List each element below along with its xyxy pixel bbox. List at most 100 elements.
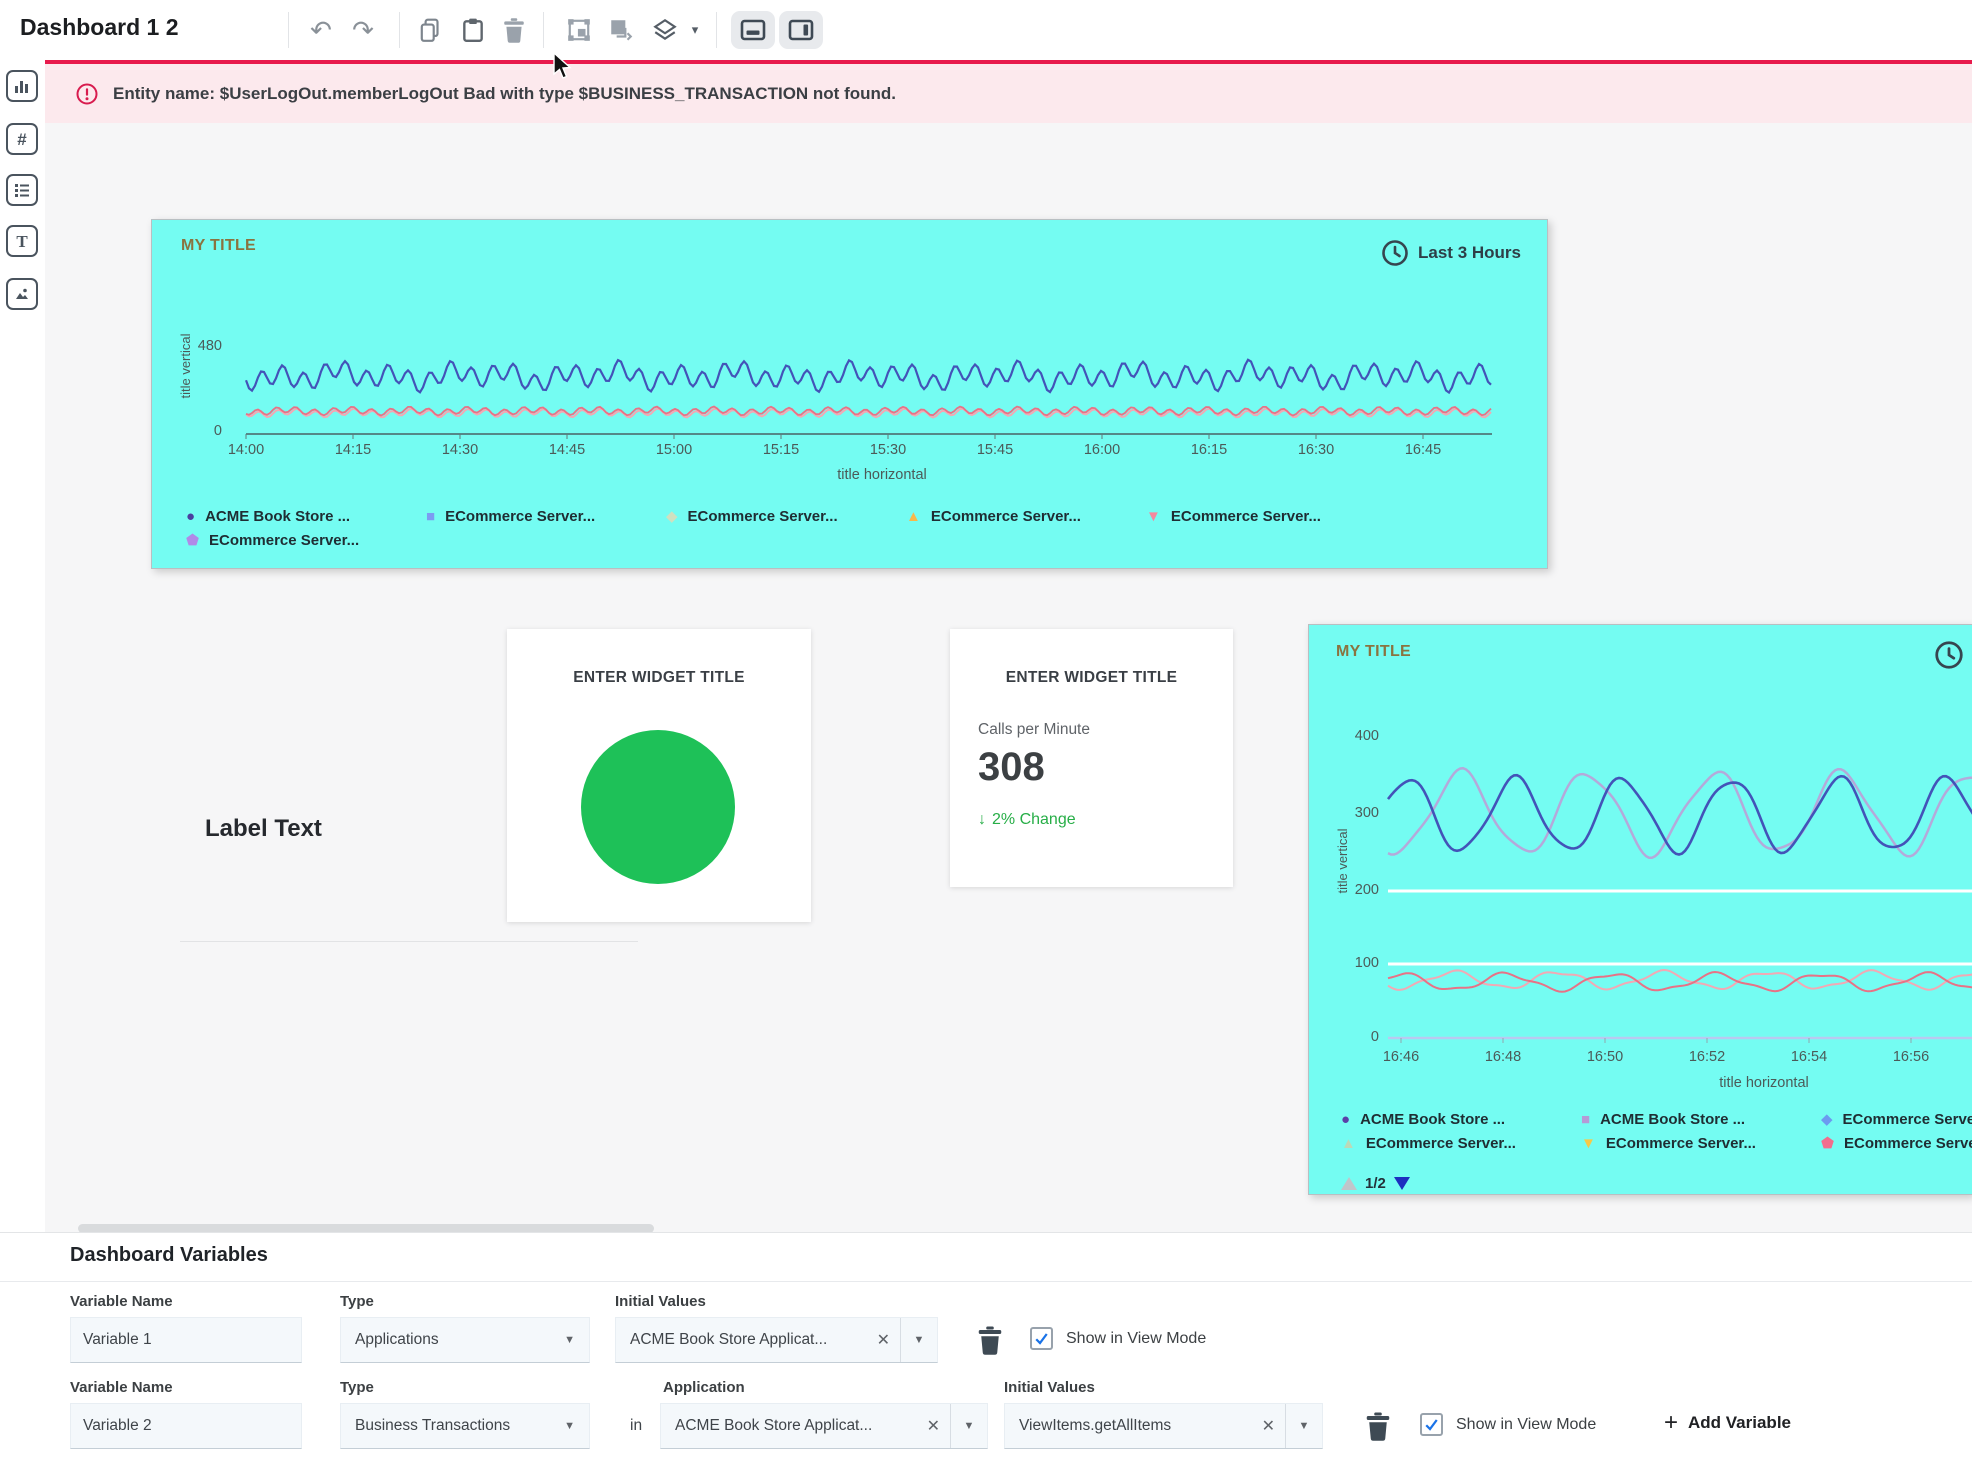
copy-button[interactable]: [412, 12, 450, 48]
metric-widget[interactable]: ENTER WIDGET TITLE Calls per Minute 308 …: [950, 629, 1233, 887]
undo-button[interactable]: ↶: [302, 12, 340, 48]
show-in-view-mode-checkbox[interactable]: [1420, 1413, 1443, 1436]
type-label: Type: [340, 1293, 374, 1310]
circle-marker-icon: ●: [1341, 1112, 1350, 1127]
layers-caret-button[interactable]: ▾: [683, 12, 707, 48]
x-tick-label: 16:54: [1791, 1049, 1827, 1065]
ungroup-button[interactable]: [602, 12, 640, 48]
list-icon: [14, 182, 30, 198]
toggle-bottom-panel-button[interactable]: [731, 11, 775, 49]
legend-item: ▲ECommerce Server...: [906, 508, 1146, 525]
group-button[interactable]: [560, 12, 598, 48]
x-tick-label: 15:15: [763, 442, 799, 458]
legend-label: ACME Book Store ...: [205, 508, 350, 525]
variable-name-input[interactable]: Variable 2: [70, 1403, 302, 1449]
x-tick-label: 15:45: [977, 442, 1013, 458]
chevron-down-icon[interactable]: ▼: [951, 1420, 987, 1432]
initial-values-field[interactable]: ACME Book Store Applicat... ✕ ▼: [615, 1317, 938, 1363]
label-widget[interactable]: Label Text: [205, 815, 322, 843]
pentagon-marker-icon: ⬟: [186, 533, 199, 548]
legend-label: ECommerce Server...: [1606, 1135, 1756, 1152]
panel-title: Dashboard Variables: [70, 1244, 268, 1267]
error-message: Entity name: $UserLogOut.memberLogOut Ba…: [113, 84, 896, 104]
check-icon: [1424, 1417, 1439, 1432]
delete-button[interactable]: [495, 12, 533, 48]
paste-button[interactable]: [454, 12, 492, 48]
diamond-marker-icon: ◆: [666, 509, 678, 524]
close-icon[interactable]: ✕: [867, 1330, 900, 1350]
show-in-view-mode-checkbox[interactable]: [1030, 1327, 1053, 1350]
type-select[interactable]: Business Transactions ▼: [340, 1403, 590, 1449]
application-field[interactable]: ACME Book Store Applicat... ✕ ▼: [660, 1403, 988, 1449]
chevron-down-icon[interactable]: ▼: [1286, 1420, 1322, 1432]
x-axis-label: title horizontal: [837, 467, 926, 483]
show-in-view-mode-label: Show in View Mode: [1456, 1416, 1596, 1434]
sidebar-item-number-widget[interactable]: #: [6, 123, 38, 155]
x-tick-label: 16:00: [1084, 442, 1120, 458]
y-tick-label: 300: [1355, 805, 1379, 821]
legend-item: ▼ECommerce Server...: [1146, 508, 1386, 525]
delete-variable-button[interactable]: [1364, 1411, 1392, 1441]
legend-label: ECommerce Server...: [931, 508, 1081, 525]
type-select[interactable]: Applications ▼: [340, 1317, 590, 1363]
metric-change: ↓ 2% Change: [978, 811, 1076, 829]
right-panel-icon: [788, 19, 814, 41]
sidebar-item-image-widget[interactable]: [6, 278, 38, 310]
redo-icon: ↷: [352, 17, 374, 43]
legend-label: ECommerce Server...: [1366, 1135, 1516, 1152]
y-tick-label: 0: [1371, 1029, 1379, 1045]
group-icon: [566, 17, 592, 43]
toolbar-separator: [399, 12, 400, 48]
metric-label: Calls per Minute: [978, 721, 1090, 739]
redo-button[interactable]: ↷: [344, 12, 382, 48]
square-marker-icon: ■: [1581, 1112, 1590, 1127]
initial-values-label: Initial Values: [615, 1293, 706, 1310]
error-icon: [75, 82, 99, 106]
add-variable-button[interactable]: + Add Variable: [1664, 1411, 1791, 1435]
initial-value-chip: ViewItems.getAllItems: [1005, 1417, 1252, 1435]
x-tick-label: 16:30: [1298, 442, 1334, 458]
type-select-value: Applications: [355, 1331, 439, 1349]
sidebar-item-chart-widget[interactable]: [6, 70, 38, 102]
timeseries-widget-1[interactable]: MY TITLE Last 3 Hours title vertical 480…: [151, 219, 1548, 569]
page-down-icon[interactable]: [1394, 1177, 1410, 1190]
check-icon: [1034, 1331, 1049, 1346]
x-tick-label: 14:15: [335, 442, 371, 458]
text-icon: T: [16, 233, 27, 250]
change-text: 2% Change: [992, 811, 1076, 829]
legend-item: ■ACME Book Store ...: [1581, 1111, 1821, 1128]
x-tick-label: 16:48: [1485, 1049, 1521, 1065]
pie-widget[interactable]: ENTER WIDGET TITLE: [507, 629, 811, 922]
hash-icon: #: [17, 131, 26, 148]
chevron-down-icon[interactable]: ▼: [901, 1334, 937, 1346]
show-in-view-mode-label: Show in View Mode: [1066, 1330, 1206, 1348]
sidebar-item-list-widget[interactable]: [6, 174, 38, 206]
timeseries-widget-2[interactable]: MY TITLE title vertical 4003002001000 16…: [1308, 624, 1972, 1195]
legend-item: ⬟ ECommerce Server...: [186, 532, 426, 549]
page-indicator: 1/2: [1365, 1175, 1386, 1192]
layers-icon: [652, 17, 678, 43]
chevron-down-icon: ▾: [692, 22, 699, 38]
layers-button[interactable]: [646, 12, 684, 48]
close-icon[interactable]: ✕: [917, 1416, 950, 1436]
delete-variable-button[interactable]: [976, 1325, 1004, 1355]
initial-values-field[interactable]: ViewItems.getAllItems ✕ ▼: [1004, 1403, 1323, 1449]
arrow-down-icon: ↓: [978, 811, 986, 829]
legend-item: ⬟ECommerce Server...: [1821, 1135, 1972, 1152]
triangle-down-marker-icon: ▼: [1581, 1136, 1596, 1151]
application-label: Application: [663, 1379, 745, 1396]
application-value-chip: ACME Book Store Applicat...: [661, 1417, 917, 1435]
y-tick-label: 200: [1355, 882, 1379, 898]
legend-item: ◆ ECommerce Server...: [1821, 1111, 1972, 1128]
legend-label: ECommerce Server...: [688, 508, 838, 525]
diamond-marker-icon: ◆: [1821, 1112, 1833, 1127]
legend-pagination: 1/2: [1341, 1175, 1410, 1192]
sidebar-item-text-widget[interactable]: T: [6, 225, 38, 257]
page-up-icon[interactable]: [1341, 1177, 1357, 1190]
legend-label: ECommerce Server...: [209, 532, 359, 549]
toggle-right-panel-button[interactable]: [779, 11, 823, 49]
variable-name-input[interactable]: Variable 1: [70, 1317, 302, 1363]
close-icon[interactable]: ✕: [1252, 1416, 1285, 1436]
legend-label: ECommerce Server...: [1843, 1111, 1972, 1128]
y-tick-label: 400: [1355, 728, 1379, 744]
